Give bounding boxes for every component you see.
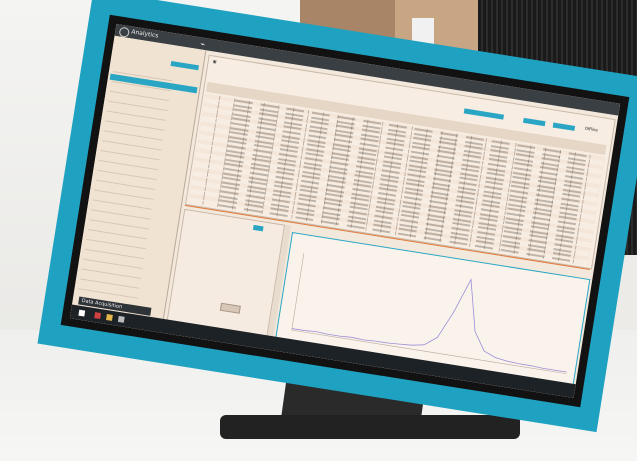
method-panel [166, 208, 286, 338]
tab-0[interactable]: ▣ [212, 58, 217, 66]
monitor: Analytics ⌁ ▣ Offline Data Acquisition [37, 0, 637, 433]
folder-icon[interactable] [106, 314, 113, 321]
app-taskbar-icon[interactable] [117, 315, 125, 323]
panel-button[interactable] [252, 224, 264, 232]
panel-input[interactable] [219, 302, 241, 314]
toolbar-button-1[interactable] [463, 108, 505, 120]
y-axis [291, 253, 305, 331]
sidebar-button[interactable] [170, 60, 199, 71]
chrome-icon[interactable] [94, 312, 102, 320]
user-status-label: Offline [584, 125, 599, 133]
windows-start-icon[interactable] [78, 309, 86, 317]
toolbar-button-2[interactable] [522, 117, 546, 127]
monitor-stand-base [220, 415, 520, 439]
toolbar-button-3[interactable] [552, 122, 576, 131]
